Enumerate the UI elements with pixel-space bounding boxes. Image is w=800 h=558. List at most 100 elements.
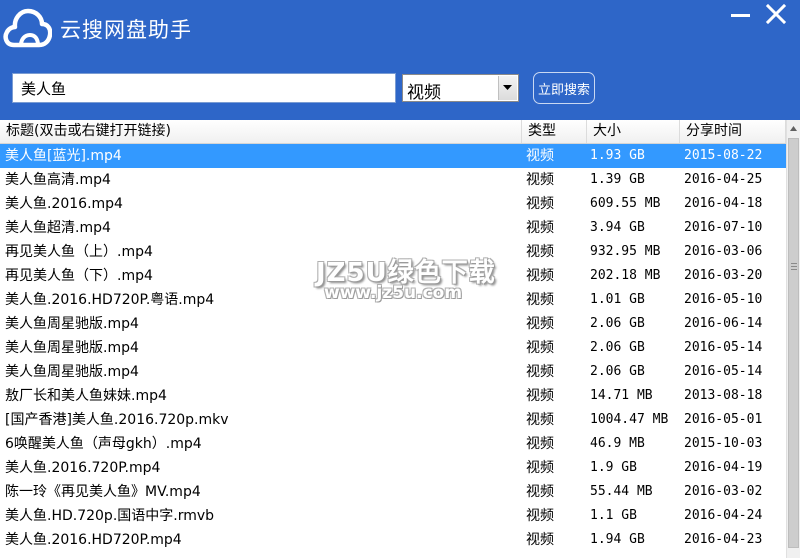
row-date: 2016-04-19 [684,460,763,475]
row-title: 美人鱼.HD.720p.国语中字.rmvb [5,508,215,524]
row-size: 2.06 GB [590,364,645,379]
table-row[interactable]: 美人鱼.HD.720p.国语中字.rmvb 视频 1.1 GB 2016-04-24 [0,504,786,528]
row-type: 视频 [526,508,554,524]
row-date: 2016-06-14 [684,316,763,331]
row-size: 55.44 MB [590,484,653,499]
row-date: 2016-07-10 [684,220,763,235]
row-type: 视频 [526,364,554,380]
row-type: 视频 [526,220,554,236]
table-row[interactable]: 再见美人鱼（上）.mp4 视频 932.95 MB 2016-03-06 [0,240,786,264]
row-size: 1.39 GB [590,172,645,187]
table-row[interactable]: 美人鱼[蓝光].mp4 视频 1.93 GB 2015-08-22 [0,144,786,168]
row-date: 2015-08-22 [684,148,763,163]
row-date: 2016-05-10 [684,292,763,307]
search-input[interactable] [12,73,396,103]
row-title: [国产香港]美人鱼.2016.720p.mkv [5,412,229,428]
row-title: 美人鱼.2016.720P.mp4 [5,460,161,476]
list-header: 标题(双击或右键打开链接) 类型 大小 分享时间 [0,120,786,144]
row-date: 2016-04-24 [684,508,763,523]
row-date: 2016-03-20 [684,268,763,283]
row-date: 2016-03-02 [684,484,763,499]
row-type: 视频 [526,244,554,260]
row-date: 2016-04-23 [684,532,763,547]
row-size: 14.71 MB [590,388,653,403]
row-size: 2.06 GB [590,316,645,331]
dropdown-button[interactable] [498,76,517,100]
row-size: 932.95 MB [590,244,661,259]
table-row[interactable]: 美人鱼周星驰版.mp4 视频 2.06 GB 2016-06-14 [0,312,786,336]
row-size: 46.9 MB [590,436,645,451]
column-header-date[interactable]: 分享时间 [680,120,786,143]
category-select[interactable]: 视频 [402,74,519,103]
table-body: 美人鱼[蓝光].mp4 视频 1.93 GB 2015-08-22 美人鱼高清.mp4 视… [0,144,786,552]
minimize-button[interactable] [729,4,755,26]
dropdown-arrow-icon [503,85,512,90]
row-size: 202.18 MB [590,268,661,283]
table-row[interactable]: 美人鱼.2016.mp4 视频 609.55 MB 2016-04-18 [0,192,786,216]
row-size: 1.93 GB [590,148,645,163]
row-title: 美人鱼[蓝光].mp4 [5,148,122,164]
row-date: 2015-10-03 [684,436,763,451]
table-row[interactable]: 美人鱼周星驰版.mp4 视频 2.06 GB 2016-05-14 [0,336,786,360]
cloud-logo-icon [3,8,52,48]
minimize-icon [731,14,750,17]
vertical-scrollbar[interactable] [786,120,800,558]
row-date: 2016-05-01 [684,412,763,427]
row-type: 视频 [526,148,554,164]
title-bar: 云搜网盘助手 [0,0,800,58]
column-header-size[interactable]: 大小 [587,120,680,143]
table-row[interactable]: 美人鱼.2016.720P.mp4 视频 1.9 GB 2016-04-19 [0,456,786,480]
row-title: 美人鱼高清.mp4 [5,172,111,188]
search-button[interactable]: 立即搜索 [533,72,595,104]
close-button[interactable] [764,3,790,26]
row-size: 1.1 GB [590,508,637,523]
table-row[interactable]: 6唤醒美人鱼（声母gkh）.mp4 视频 46.9 MB 2015-10-03 [0,432,786,456]
category-select-value: 视频 [407,83,441,103]
row-title: 陈一玲《再见美人鱼》MV.mp4 [5,484,201,500]
row-type: 视频 [526,412,554,428]
column-header-title[interactable]: 标题(双击或右键打开链接) [0,120,522,143]
row-size: 2.06 GB [590,340,645,355]
row-title: 美人鱼.2016.mp4 [5,196,123,212]
row-type: 视频 [526,436,554,452]
row-title: 美人鱼周星驰版.mp4 [5,340,139,356]
row-type: 视频 [526,292,554,308]
row-type: 视频 [526,388,554,404]
row-type: 视频 [526,460,554,476]
scroll-thumb[interactable] [788,138,799,548]
column-header-type[interactable]: 类型 [522,120,587,143]
table-row[interactable]: 陈一玲《再见美人鱼》MV.mp4 视频 55.44 MB 2016-03-02 [0,480,786,504]
search-toolbar: 视频 立即搜索 [0,58,800,120]
row-date: 2016-04-18 [684,196,763,211]
table-row[interactable]: 敖厂长和美人鱼妹妹.mp4 视频 14.71 MB 2013-08-18 [0,384,786,408]
row-type: 视频 [526,316,554,332]
row-size: 1.01 GB [590,292,645,307]
table-row[interactable]: [国产香港]美人鱼.2016.720p.mkv 视频 1004.47 MB 2016-… [0,408,786,432]
row-type: 视频 [526,340,554,356]
row-type: 视频 [526,532,554,548]
row-title: 美人鱼周星驰版.mp4 [5,316,139,332]
row-type: 视频 [526,196,554,212]
row-title: 再见美人鱼（下）.mp4 [5,268,153,284]
table-row[interactable]: 美人鱼.2016.HD720P.粤语.mp4 视频 1.01 GB 2016-05-1… [0,288,786,312]
row-title: 美人鱼周星驰版.mp4 [5,364,139,380]
row-date: 2016-05-14 [684,340,763,355]
row-size: 1.9 GB [590,460,637,475]
scroll-up-button[interactable] [787,120,800,136]
row-size: 1.94 GB [590,532,645,547]
table-row[interactable]: 美人鱼.2016.HD720P.mp4 视频 1.94 GB 2016-04-23 [0,528,786,552]
row-title: 再见美人鱼（上）.mp4 [5,244,153,260]
row-title: 美人鱼.2016.HD720P.mp4 [5,532,182,548]
scroll-up-arrow-icon [790,125,797,131]
table-row[interactable]: 再见美人鱼（下）.mp4 视频 202.18 MB 2016-03-20 [0,264,786,288]
table-row[interactable]: 美人鱼周星驰版.mp4 视频 2.06 GB 2016-05-14 [0,360,786,384]
row-size: 1004.47 MB [590,412,669,427]
row-date: 2013-08-18 [684,388,763,403]
row-date: 2016-03-06 [684,244,763,259]
row-type: 视频 [526,484,554,500]
table-row[interactable]: 美人鱼超清.mp4 视频 3.94 GB 2016-07-10 [0,216,786,240]
row-title: 6唤醒美人鱼（声母gkh）.mp4 [5,436,202,452]
close-icon [765,3,787,25]
table-row[interactable]: 美人鱼高清.mp4 视频 1.39 GB 2016-04-25 [0,168,786,192]
row-size: 609.55 MB [590,196,661,211]
